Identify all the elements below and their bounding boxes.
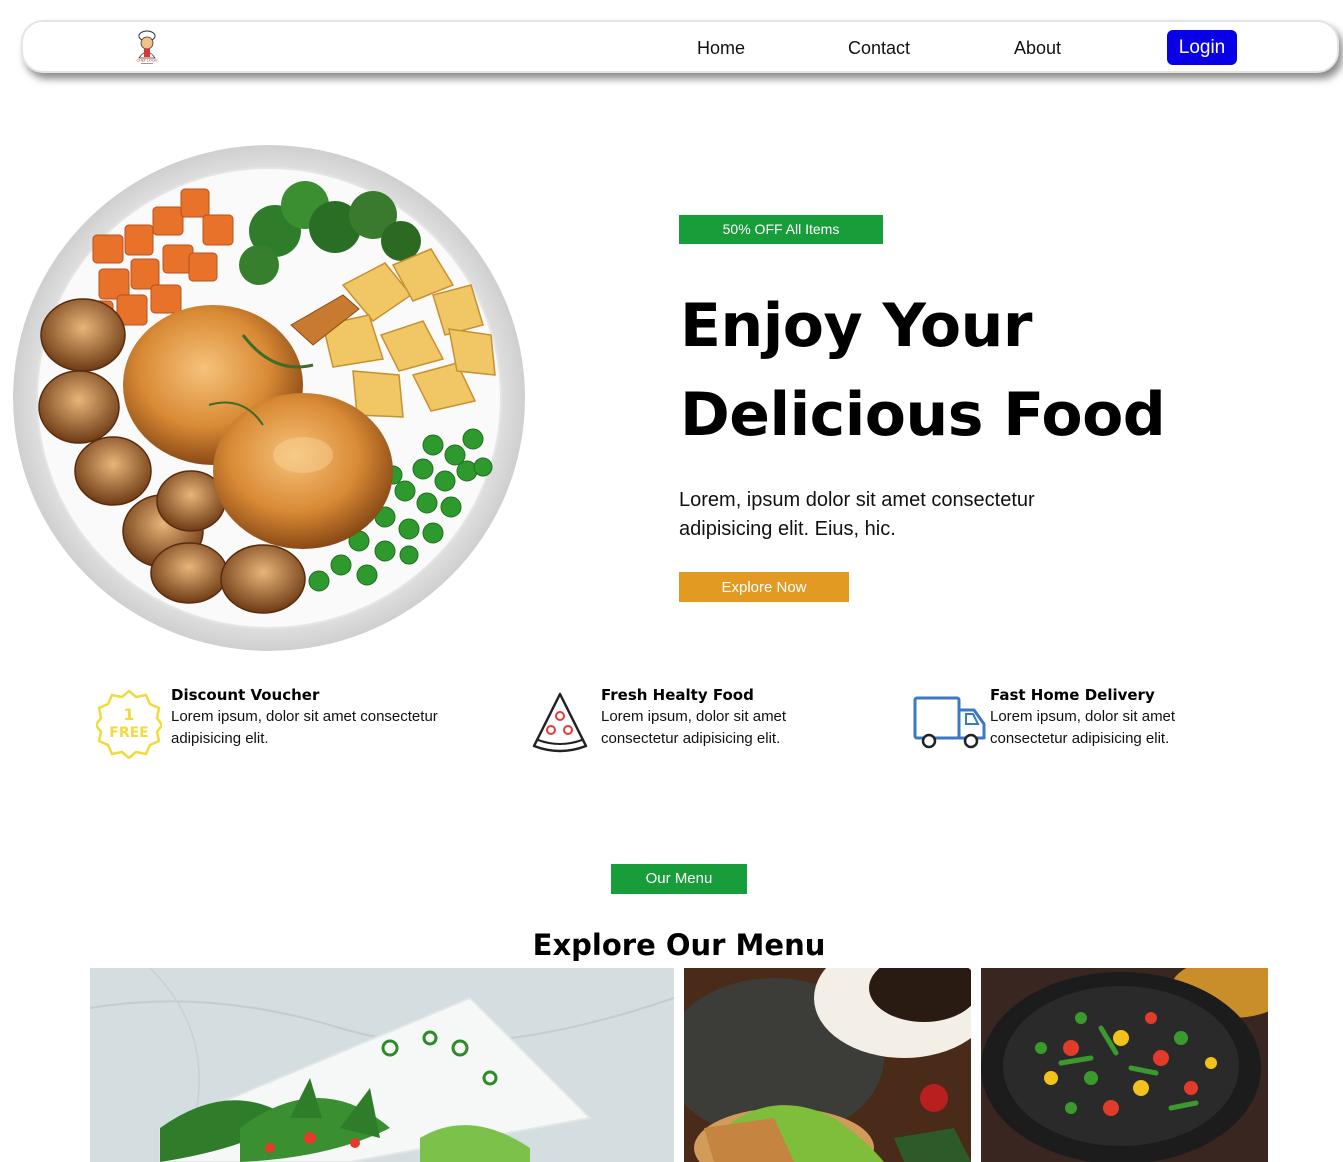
menu-card-stir-fry[interactable]	[981, 968, 1268, 1162]
feature-fast-home-delivery: Fast Home Delivery Lorem ipsum, dolor si…	[912, 684, 1212, 764]
feature-title: Fresh Healty Food	[601, 686, 754, 704]
menu-section-title: Explore Our Menu	[532, 928, 826, 962]
navbar: CHEF LOGO Home Contact About Login	[21, 20, 1339, 73]
svg-text:1: 1	[123, 705, 134, 724]
svg-text:CHEF LOGO: CHEF LOGO	[136, 59, 157, 63]
voucher-icon: 1 FREE	[94, 689, 164, 763]
hero-food-plate-image	[13, 145, 526, 651]
nav-link-home[interactable]: Home	[697, 38, 745, 59]
feature-text: Lorem ipsum, dolor sit amet consectetur …	[601, 708, 787, 747]
stir-fry-image	[981, 968, 1268, 1162]
login-button[interactable]: Login	[1167, 30, 1237, 65]
our-menu-badge: Our Menu	[611, 864, 747, 894]
food-plate-illustration	[13, 145, 525, 651]
feature-title: Fast Home Delivery	[990, 686, 1155, 704]
nav-link-contact[interactable]: Contact	[848, 38, 910, 59]
salad-image	[90, 968, 674, 1162]
hero-title: Enjoy Your Delicious Food	[680, 282, 1200, 460]
explore-now-button[interactable]: Explore Now	[679, 572, 849, 602]
hero-title-line-1: Enjoy Your	[680, 291, 1032, 361]
feature-title: Discount Voucher	[171, 686, 320, 704]
feature-text: Lorem ipsum, dolor sit amet consectetur …	[171, 708, 438, 747]
nav-link-about[interactable]: About	[1014, 38, 1061, 59]
feature-text: Lorem ipsum, dolor sit amet consectetur …	[990, 708, 1176, 747]
chef-logo-icon: CHEF LOGO	[135, 30, 159, 64]
menu-card-sandwich[interactable]	[684, 968, 971, 1162]
feature-fresh-healthy-food: Fresh Healty Food Lorem ipsum, dolor sit…	[530, 684, 820, 764]
promo-badge: 50% OFF All Items	[679, 215, 883, 244]
pizza-icon	[530, 690, 590, 760]
sandwich-image	[684, 968, 971, 1162]
svg-text:FREE: FREE	[109, 725, 148, 741]
hero-description: Lorem, ipsum dolor sit amet consectetur …	[679, 489, 1035, 540]
menu-card-salad[interactable]	[90, 968, 674, 1162]
chef-logo[interactable]: CHEF LOGO	[131, 28, 163, 66]
hero-title-line-2: Delicious Food	[680, 380, 1166, 450]
feature-discount-voucher: 1 FREE Discount Voucher Lorem ipsum, dol…	[94, 684, 476, 764]
delivery-truck-icon	[912, 696, 988, 756]
